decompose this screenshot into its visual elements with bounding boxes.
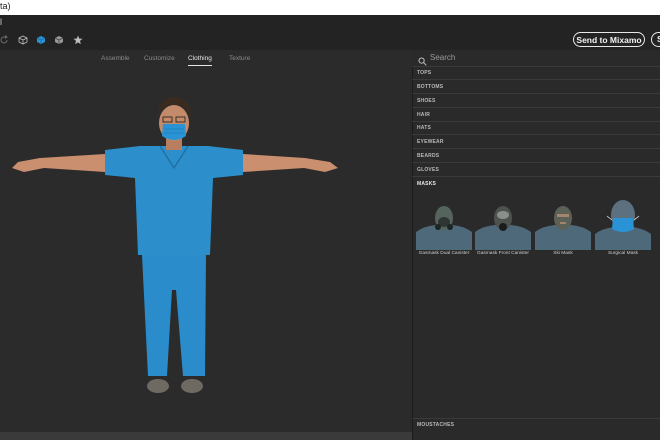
category-masks[interactable]: MASKS bbox=[412, 178, 660, 191]
category-hair[interactable]: HAIR bbox=[412, 109, 660, 122]
active-tab-indicator bbox=[188, 65, 212, 66]
tab-assemble[interactable]: Assemble bbox=[101, 55, 130, 62]
mask-thumbnail-ski-mask[interactable] bbox=[535, 200, 591, 250]
toolbar bbox=[0, 31, 660, 50]
cube-outline-icon[interactable] bbox=[17, 34, 29, 46]
category-beards[interactable]: BEARDS bbox=[412, 150, 660, 163]
mask-label: Gasmask Front Canister bbox=[477, 251, 529, 256]
category-eyewear[interactable]: EYEWEAR bbox=[412, 136, 660, 149]
cube-wire-icon[interactable] bbox=[53, 34, 65, 46]
search-icon bbox=[418, 53, 428, 66]
save-button[interactable]: S bbox=[651, 32, 660, 47]
window-title: ta) bbox=[0, 1, 11, 11]
category-shoes[interactable]: SHOES bbox=[412, 95, 660, 108]
category-bottoms[interactable]: BOTTOMS bbox=[412, 81, 660, 94]
mask-label: Gasmask Dual Canister bbox=[418, 251, 470, 256]
tab-customize[interactable]: Customize bbox=[144, 55, 175, 62]
category-tops[interactable]: TOPS bbox=[412, 67, 660, 80]
category-moustaches[interactable]: MOUSTACHES bbox=[412, 418, 660, 431]
category-hats[interactable]: HATS bbox=[412, 122, 660, 135]
send-to-mixamo-button[interactable]: Send to Mixamo bbox=[573, 32, 645, 47]
tab-clothing[interactable]: Clothing bbox=[188, 55, 212, 62]
cube-blue-icon[interactable] bbox=[35, 34, 47, 46]
menubar-text[interactable]: l bbox=[0, 17, 2, 27]
star-icon[interactable] bbox=[72, 34, 84, 46]
mask-thumbnail-gasmask-dual[interactable] bbox=[416, 200, 472, 250]
viewport-bottom-bar bbox=[0, 432, 412, 440]
mask-label: Ski Mask bbox=[553, 251, 573, 256]
mask-label: Surgical Mask bbox=[607, 251, 639, 256]
3d-viewport[interactable] bbox=[0, 50, 412, 432]
category-gloves[interactable]: GLOVES bbox=[412, 164, 660, 177]
character-model[interactable] bbox=[0, 50, 412, 432]
tab-texture[interactable]: Texture bbox=[229, 55, 250, 62]
search-input[interactable]: Search bbox=[430, 53, 455, 62]
undo-icon[interactable] bbox=[0, 34, 10, 46]
mask-thumbnail-gasmask-front[interactable] bbox=[475, 200, 531, 250]
window-titlebar: ta) bbox=[0, 0, 660, 15]
menubar: l bbox=[0, 15, 660, 31]
mask-thumbnail-surgical-mask[interactable] bbox=[595, 198, 651, 250]
